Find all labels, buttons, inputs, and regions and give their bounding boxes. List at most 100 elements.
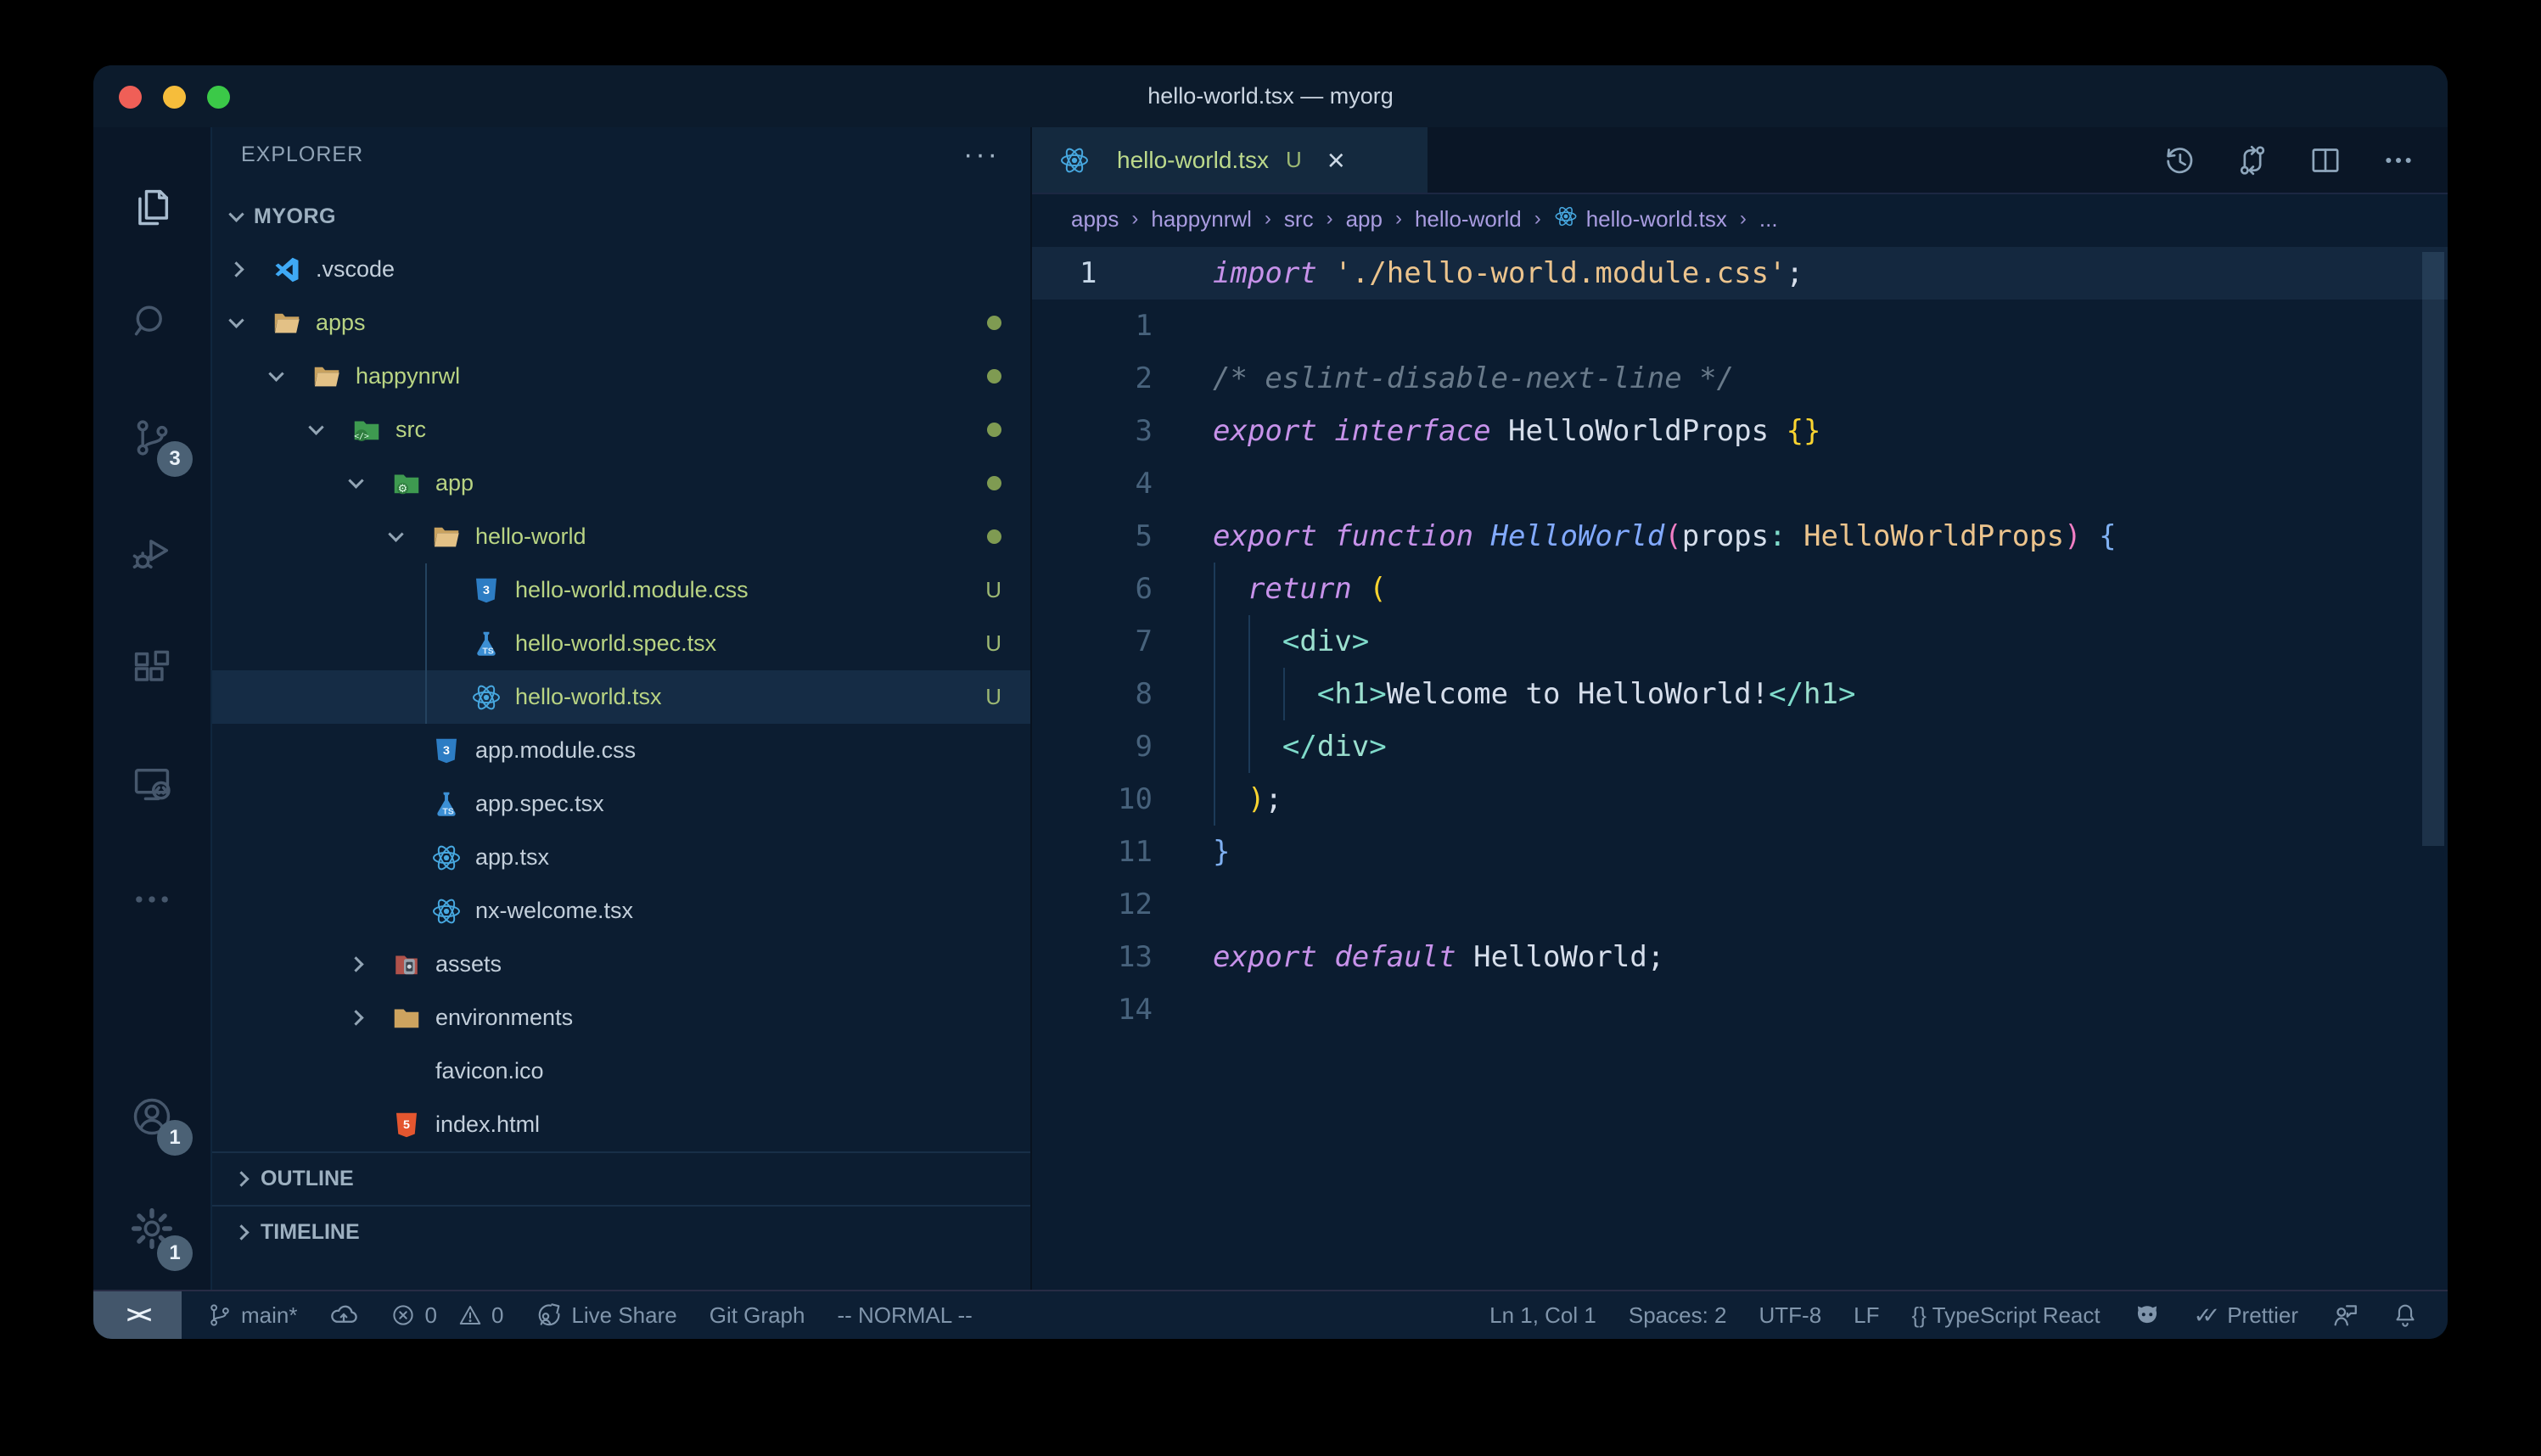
code-token: ;	[1787, 256, 1803, 290]
tree-item-src[interactable]: </>src	[212, 403, 1030, 456]
code-line[interactable]: 12	[1032, 878, 2448, 931]
tree-item-assets[interactable]: assets	[212, 938, 1030, 991]
status-bar: >< main* 00 Live Share Git Graph -- NORMAL -…	[93, 1290, 2448, 1339]
code-text	[1153, 457, 1213, 510]
tree-item--vscode[interactable]: .vscode	[212, 243, 1030, 296]
code-line[interactable]: 9 </div>	[1032, 720, 2448, 773]
code-line[interactable]: 8 <h1>Welcome to HelloWorld!</h1>	[1032, 668, 2448, 720]
favicon	[390, 1055, 424, 1089]
tree-item-hello-world-tsx[interactable]: hello-world.tsxU	[212, 670, 1030, 724]
code-line[interactable]: 6 return (	[1032, 563, 2448, 615]
status-prettier[interactable]: ✓✓Prettier	[2194, 1302, 2298, 1329]
status-lf[interactable]: LF	[1854, 1302, 1879, 1329]
activity-extensions-icon[interactable]	[93, 611, 211, 726]
status-octoface-icon[interactable]	[2133, 1301, 2162, 1330]
activity-accounts-icon[interactable]: 1	[93, 1059, 211, 1174]
split-editor-icon[interactable]	[2308, 143, 2342, 177]
status-bell-icon[interactable]	[2392, 1302, 2419, 1329]
breadcrumb-item-apps[interactable]: apps	[1071, 206, 1119, 232]
open-changes-icon[interactable]	[2235, 143, 2269, 177]
folder-app: ⚙	[390, 467, 424, 501]
errors-count: 0	[424, 1302, 436, 1329]
code-token: </	[1769, 677, 1803, 711]
tree-item-app-spec-tsx[interactable]: TSapp.spec.tsx	[212, 777, 1030, 831]
tree-item-app-module-css[interactable]: 3app.module.css	[212, 724, 1030, 777]
git-untracked-badge: U	[985, 577, 1001, 603]
tree-item-favicon-ico[interactable]: favicon.ico	[212, 1044, 1030, 1098]
breadcrumb-item-hello-world-tsx[interactable]: hello-world.tsx	[1554, 204, 1727, 234]
activity-settings-gear-icon[interactable]: 1	[93, 1174, 211, 1290]
status-feedback-icon[interactable]	[2331, 1301, 2359, 1330]
tree-item-hello-world[interactable]: hello-world	[212, 510, 1030, 563]
code-token: ;	[1265, 782, 1282, 816]
breadcrumb-item-app[interactable]: app	[1346, 206, 1383, 232]
tree-item-app-tsx[interactable]: app.tsx	[212, 831, 1030, 884]
explorer-more-actions-icon[interactable]: ···	[963, 150, 1000, 159]
code-line[interactable]: 1import './hello-world.module.css';	[1032, 247, 2448, 300]
breadcrumb-item-hello-world[interactable]: hello-world	[1415, 206, 1522, 232]
activity-files-icon[interactable]	[93, 149, 211, 265]
status-ln-1-col-1[interactable]: Ln 1, Col 1	[1489, 1302, 1596, 1329]
breadcrumb-separator: ›	[1740, 207, 1747, 231]
more-actions-icon[interactable]	[2381, 143, 2415, 177]
status--typescript-react[interactable]: {} TypeScript React	[1912, 1302, 2101, 1329]
activity-more-icon[interactable]	[93, 842, 211, 957]
indent-guide	[1248, 615, 1250, 773]
code-token: >	[1369, 677, 1386, 711]
status-utf-8[interactable]: UTF-8	[1759, 1302, 1822, 1329]
timeline-panel-header[interactable]: TIMELINE	[212, 1205, 1030, 1258]
code-line[interactable]: 2/* eslint-disable-next-line */	[1032, 352, 2448, 405]
outline-panel-header[interactable]: OUTLINE	[212, 1151, 1030, 1205]
code-line[interactable]: 10 );	[1032, 773, 2448, 826]
status-problems[interactable]: 00	[390, 1302, 503, 1329]
code-line[interactable]: 7 <div>	[1032, 615, 2448, 668]
breadcrumb-item--[interactable]: ...	[1759, 206, 1778, 232]
breadcrumb-item-src[interactable]: src	[1284, 206, 1314, 232]
status-label: {} TypeScript React	[1912, 1302, 2101, 1329]
git-modified-dot	[987, 369, 1001, 384]
workspace-section-header[interactable]: MYORG	[212, 190, 1030, 243]
code-editor[interactable]: 1import './hello-world.module.css';12/* …	[1032, 244, 2448, 1290]
activity-source-control-icon[interactable]: 3	[93, 380, 211, 496]
code-line[interactable]: 3export interface HelloWorldProps {}	[1032, 405, 2448, 457]
status-live-share[interactable]: Live Share	[536, 1302, 676, 1329]
code-line[interactable]: 5export function HelloWorld(props: Hello…	[1032, 510, 2448, 563]
feedback-icon	[2331, 1301, 2359, 1330]
tree-item-nx-welcome-tsx[interactable]: nx-welcome.tsx	[212, 884, 1030, 938]
breadcrumb-item-happynrwl[interactable]: happynrwl	[1151, 206, 1252, 232]
folder	[310, 360, 344, 394]
activity-search-icon[interactable]	[93, 265, 211, 380]
tree-item-environments[interactable]: environments	[212, 991, 1030, 1044]
status-git-graph[interactable]: Git Graph	[710, 1302, 805, 1329]
code-line[interactable]: 14	[1032, 983, 2448, 1036]
tree-item-hello-world-module-css[interactable]: 3hello-world.module.cssU	[212, 563, 1030, 617]
tree-item-happynrwl[interactable]: happynrwl	[212, 350, 1030, 403]
line-number: 6	[1032, 563, 1153, 615]
code-token: <	[1317, 677, 1334, 711]
code-token: >	[1352, 624, 1369, 658]
remote-indicator[interactable]: ><	[93, 1291, 182, 1339]
code-line[interactable]: 13export default HelloWorld;	[1032, 931, 2448, 983]
line-number: 8	[1032, 668, 1153, 720]
code-line[interactable]: 4	[1032, 457, 2448, 510]
react	[469, 680, 503, 714]
tree-item-label: .vscode	[316, 256, 395, 283]
tree-item-app[interactable]: ⚙app	[212, 456, 1030, 510]
status--normal-[interactable]: -- NORMAL --	[837, 1302, 972, 1329]
activity-remote-explorer-icon[interactable]	[93, 726, 211, 842]
tree-item-apps[interactable]: apps	[212, 296, 1030, 350]
close-tab-icon[interactable]: ×	[1327, 145, 1345, 176]
activity-run-debug-icon[interactable]	[93, 496, 211, 611]
tree-item-index-html[interactable]: 5index.html	[212, 1098, 1030, 1151]
code-line[interactable]: 11}	[1032, 826, 2448, 878]
status-label: UTF-8	[1759, 1302, 1822, 1329]
status-spaces-2[interactable]: Spaces: 2	[1629, 1302, 1727, 1329]
tree-item-hello-world-spec-tsx[interactable]: TShello-world.spec.tsxU	[212, 617, 1030, 670]
status-cloud-upload-icon[interactable]	[329, 1301, 358, 1330]
scrollbar-thumb[interactable]	[2422, 252, 2444, 846]
tab-hello-world-tsx[interactable]: hello-world.tsx U ×	[1032, 127, 1428, 193]
folder	[270, 306, 304, 340]
status-main-[interactable]: main*	[207, 1302, 297, 1329]
history-icon[interactable]	[2162, 143, 2196, 177]
code-line[interactable]: 1	[1032, 300, 2448, 352]
